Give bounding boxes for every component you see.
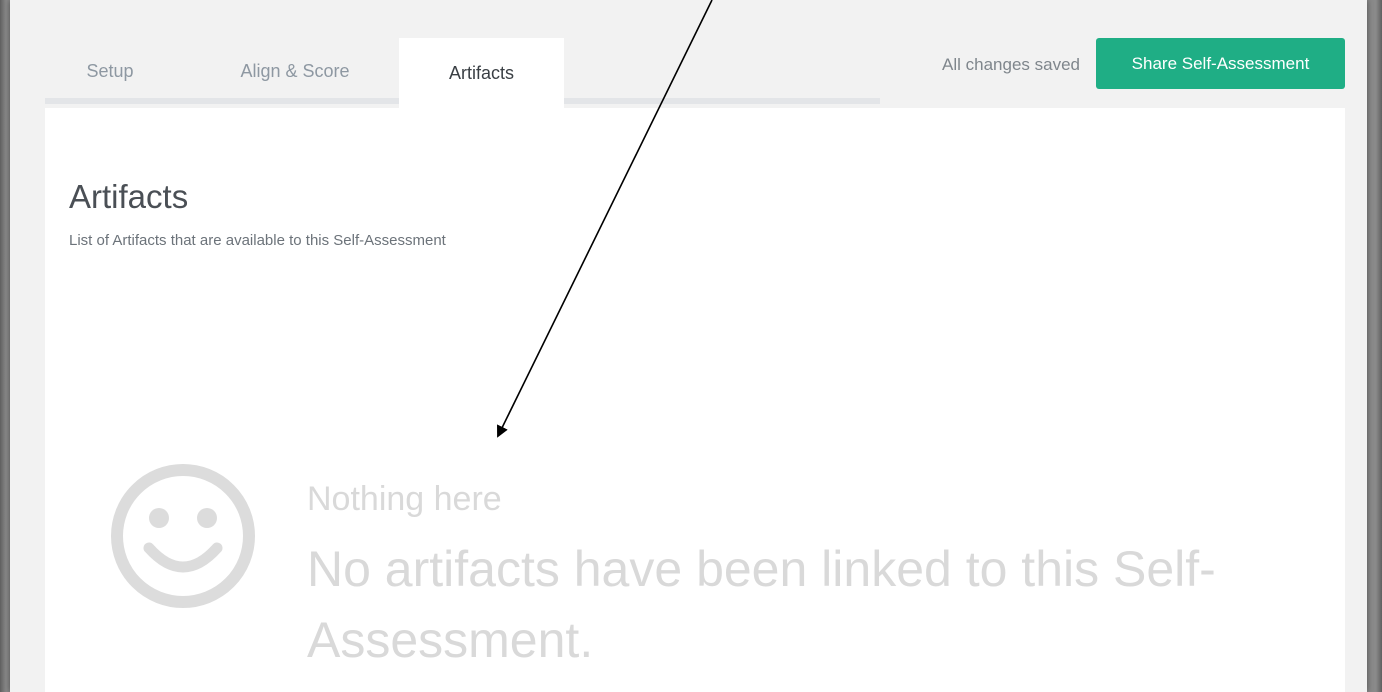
artifacts-panel: Artifacts List of Artifacts that are ava…	[45, 108, 1345, 692]
page-title: Artifacts	[69, 178, 189, 215]
screenshot-frame: Setup Align & Score Artifacts All change…	[0, 0, 1382, 692]
smiley-icon	[111, 464, 255, 608]
save-status: All changes saved	[942, 55, 1080, 74]
tab-setup[interactable]: Setup	[45, 38, 175, 104]
tab-align-score[interactable]: Align & Score	[195, 38, 395, 104]
empty-state-heading: Nothing here	[307, 480, 502, 518]
app-window: Setup Align & Score Artifacts All change…	[10, 0, 1367, 692]
tab-align-score-label: Align & Score	[240, 60, 350, 81]
share-self-assessment-button[interactable]: Share Self-Assessment	[1096, 38, 1345, 89]
page-subtitle: List of Artifacts that are available to …	[69, 232, 446, 249]
tab-setup-label: Setup	[86, 60, 134, 81]
empty-state-message: No artifacts have been linked to this Se…	[307, 541, 1216, 668]
tab-artifacts[interactable]: Artifacts	[399, 38, 564, 108]
tab-artifacts-label: Artifacts	[448, 62, 514, 83]
